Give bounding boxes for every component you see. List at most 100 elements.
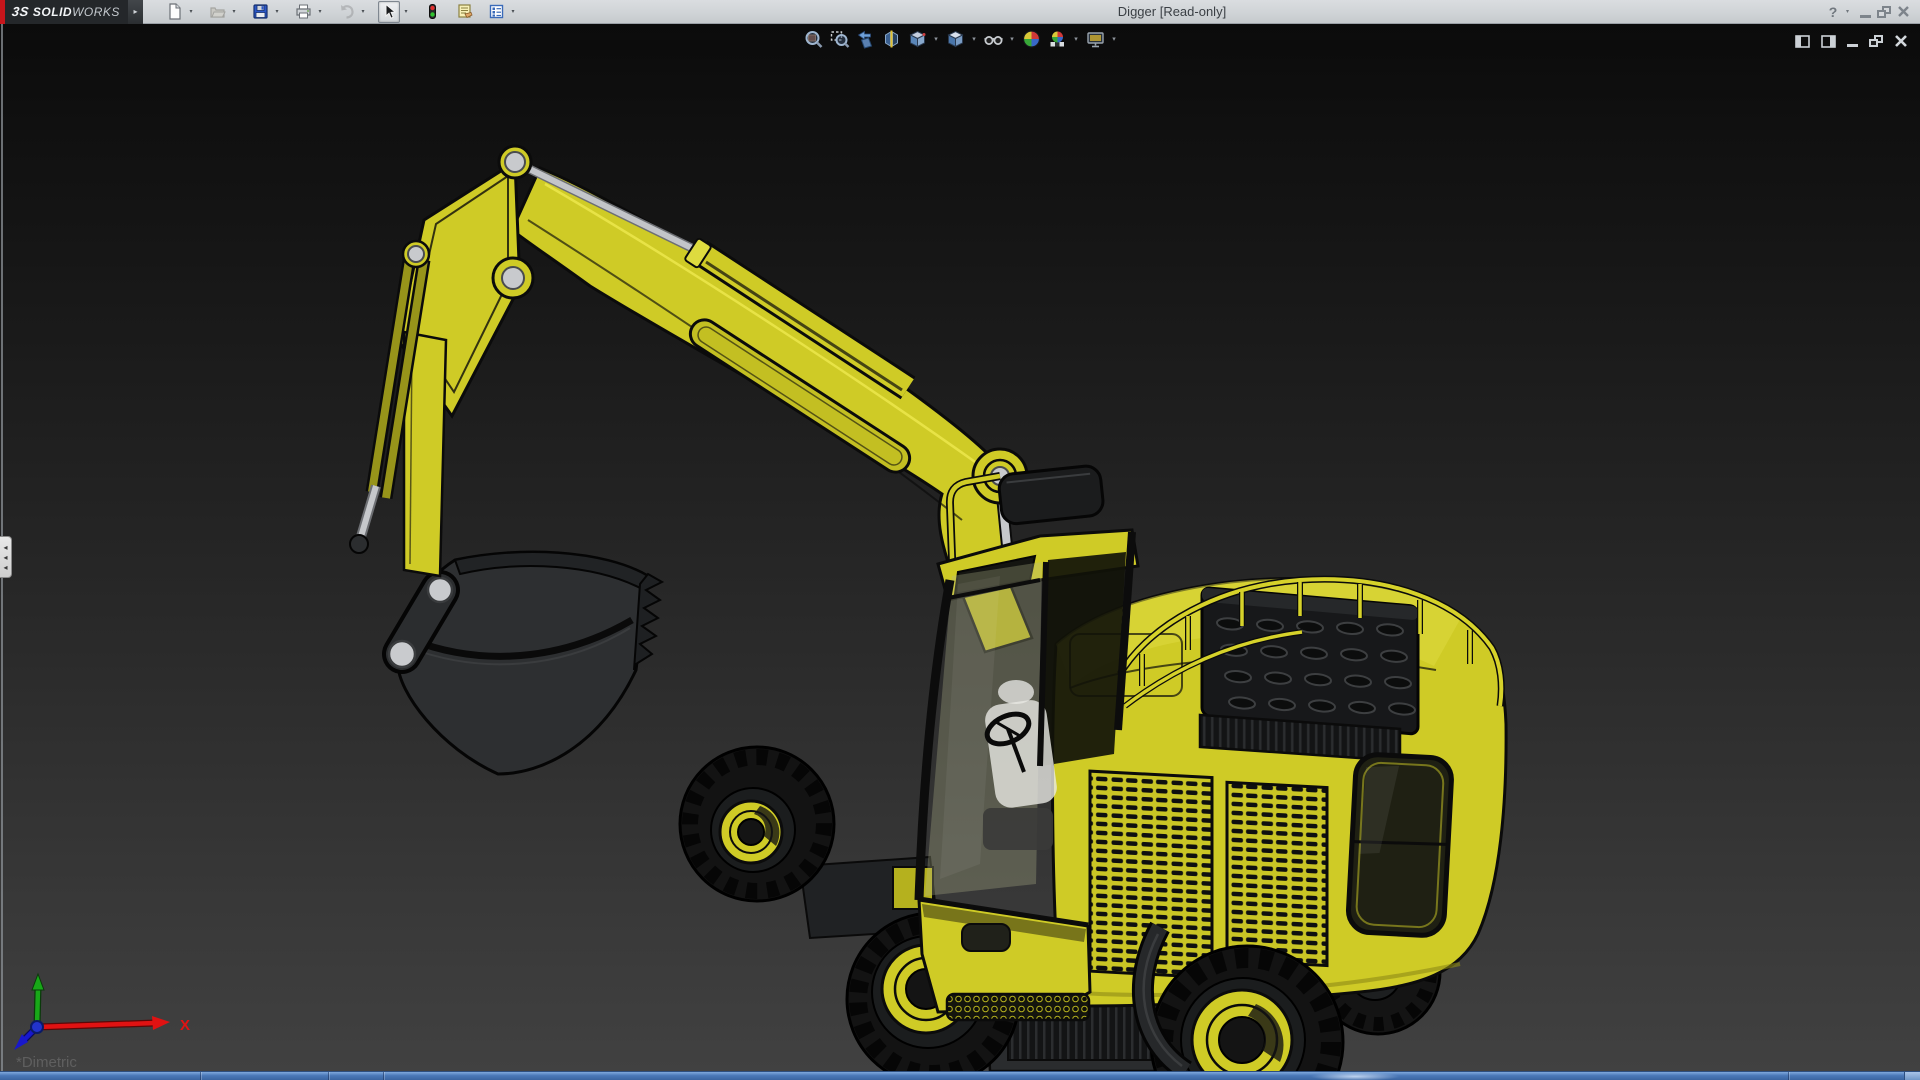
options-dropdown[interactable]: ▾ [508,1,518,23]
heads-up-view-toolbar: ▾ ▾ ▾ [801,27,1120,51]
x-axis-label: X [180,1017,190,1034]
statusbar-separator [1788,1072,1789,1080]
document-window-controls [1795,33,1908,49]
menu-flyout-button[interactable]: ▸ [128,0,143,24]
apply-scene-icon [1047,29,1067,49]
x-axis-arrow [152,1016,170,1030]
save-floppy-icon [252,3,269,20]
help-button[interactable]: ? [1826,3,1840,21]
statusbar-separator [328,1072,329,1080]
doc-minimize-button[interactable] [1847,33,1858,49]
minimize-button[interactable] [1860,3,1871,21]
feature-panel-collapse-handle[interactable]: ◂ ◂ ◂ [0,536,12,578]
new-dropdown[interactable]: ▾ [186,1,196,23]
section-view-button[interactable] [879,27,904,51]
window-controls: ? ▾ [1826,3,1910,21]
hide-show-items-icon [983,29,1003,49]
help-dropdown[interactable]: ▾ [1846,8,1854,15]
solidworks-window: 3SSOLIDWORKS ▸ ▾ ▾ [0,0,1920,1080]
collapse-arrow-icon: ◂ [3,563,7,572]
new-button[interactable] [163,1,185,23]
rear-window [1347,754,1452,937]
restore-button[interactable] [1877,3,1891,21]
y-axis-arrow [32,974,44,990]
hide-show-items-dropdown[interactable]: ▾ [1007,27,1018,51]
collapse-arrow-icon: ◂ [3,553,7,562]
statusbar-resize-grip [1904,1072,1920,1080]
view-orientation-button[interactable] [905,27,930,51]
graphics-viewport[interactable]: ▾ ▾ ▾ [0,24,1920,1071]
rebuild-stoplight-button[interactable] [421,1,443,23]
view-settings-dropdown[interactable]: ▾ [1109,27,1120,51]
undo-button[interactable] [335,1,357,23]
options-icon [488,3,505,20]
open-folder-icon [209,3,226,20]
zoom-to-fit-button[interactable] [801,27,826,51]
open-dropdown[interactable]: ▾ [229,1,239,23]
apply-scene-button[interactable] [1045,27,1070,51]
help-icon: ? [1826,4,1840,20]
view-orientation-icon [907,29,927,49]
undo-icon [338,3,355,20]
zoom-to-fit-icon [803,29,823,49]
previous-view-button[interactable] [853,27,878,51]
solidworks-logo: 3SSOLIDWORKS [0,0,128,24]
save-button[interactable] [249,1,271,23]
dassault-3ds-mark: 3S [11,4,30,19]
display-style-dropdown[interactable]: ▾ [969,27,980,51]
side-grilles [1090,771,1327,983]
view-orientation-dropdown[interactable]: ▾ [931,27,942,51]
print-dropdown[interactable]: ▾ [315,1,325,23]
print-button[interactable] [292,1,314,23]
restore-icon [1877,6,1891,18]
right-pane-icon [1821,35,1836,48]
previous-view-icon [855,29,875,49]
close-button[interactable] [1897,3,1910,21]
apply-scene-dropdown[interactable]: ▾ [1071,27,1082,51]
status-bar [0,1071,1920,1080]
main-toolbar: ▾ ▾ ▾ [163,1,518,23]
statusbar-highlight [1310,1072,1400,1080]
wheel-far-left[interactable] [680,747,834,901]
view-settings-button[interactable] [1083,27,1108,51]
show-right-pane-button[interactable] [1821,33,1836,49]
minimize-icon [1860,15,1871,18]
select-dropdown[interactable]: ▾ [401,1,411,23]
show-left-pane-button[interactable] [1795,33,1810,49]
doc-close-icon [1894,34,1908,48]
doc-restore-button[interactable] [1869,33,1883,49]
options-button[interactable] [485,1,507,23]
zoom-to-area-button[interactable] [827,27,852,51]
document-title: Digger [Read-only] [1118,4,1226,19]
stoplight-icon [424,3,441,20]
select-button[interactable] [378,1,400,23]
edit-appearance-button[interactable] [1019,27,1044,51]
undo-dropdown[interactable]: ▾ [358,1,368,23]
select-cursor-icon [381,3,398,20]
view-orientation-label: *Dimetric [16,1054,77,1071]
brand-solid: SOLID [33,5,72,19]
display-style-button[interactable] [943,27,968,51]
reference-triad[interactable]: X [0,954,240,1066]
collapse-arrow-icon: ◂ [3,543,7,552]
save-dropdown[interactable]: ▾ [272,1,282,23]
left-pane-icon [1795,35,1810,48]
statusbar-separator [200,1072,201,1080]
section-view-icon [881,29,901,49]
open-button[interactable] [206,1,228,23]
file-properties-button[interactable] [453,1,475,23]
new-document-icon [166,3,183,20]
display-style-icon [945,29,965,49]
excavator-model[interactable] [0,24,1920,1071]
brand-works: WORKS [72,5,120,19]
zoom-to-area-icon [829,29,849,49]
file-properties-icon [456,3,473,20]
close-icon [1897,5,1910,18]
print-icon [295,3,312,20]
view-settings-icon [1085,29,1105,49]
hide-show-items-button[interactable] [981,27,1006,51]
triad-origin [31,1021,43,1033]
logo-red-stripe [0,0,5,24]
doc-close-button[interactable] [1894,33,1908,49]
statusbar-separator [383,1072,384,1080]
